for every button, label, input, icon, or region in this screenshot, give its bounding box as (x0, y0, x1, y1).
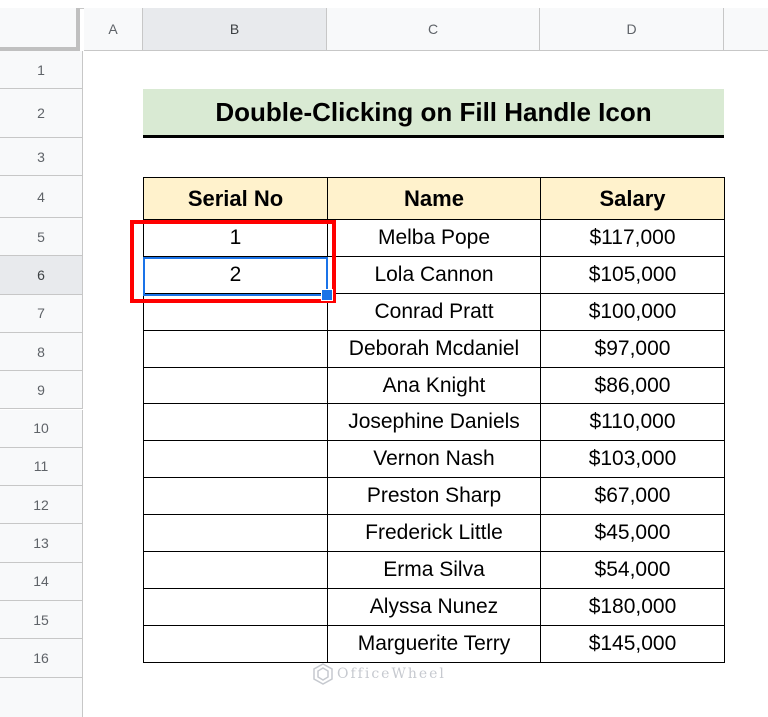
row-header-7[interactable]: 7 (0, 294, 83, 333)
serial-cell[interactable] (143, 477, 328, 516)
serial-cell[interactable] (143, 403, 328, 442)
salary-cell[interactable]: $67,000 (540, 477, 725, 516)
serial-cell[interactable] (143, 587, 328, 626)
salary-cell[interactable]: $145,000 (540, 624, 725, 663)
table-header-row: Serial No Name Salary (143, 177, 725, 220)
salary-cell[interactable]: $45,000 (540, 514, 725, 553)
salary-cell[interactable]: $97,000 (540, 329, 725, 368)
name-cell[interactable]: Ana Knight (327, 366, 541, 405)
name-cell[interactable]: Deborah Mcdaniel (327, 329, 541, 368)
row-header-8[interactable]: 8 (0, 332, 83, 372)
column-header-a[interactable]: A (84, 8, 143, 51)
table-row: Alyssa Nunez $180,000 (143, 587, 725, 626)
serial-cell[interactable] (143, 329, 328, 368)
row-header-12[interactable]: 12 (0, 486, 83, 525)
salary-cell[interactable]: $110,000 (540, 403, 725, 442)
salary-cell[interactable]: $105,000 (540, 255, 725, 294)
row-header-16[interactable]: 16 (0, 639, 83, 678)
name-cell[interactable]: Marguerite Terry (327, 624, 541, 663)
serial-cell[interactable] (143, 366, 328, 405)
column-header-b[interactable]: B (143, 8, 327, 51)
salary-cell[interactable]: $86,000 (540, 366, 725, 405)
row-header-10[interactable]: 10 (0, 409, 83, 448)
salary-cell[interactable]: $54,000 (540, 551, 725, 589)
table-row: Marguerite Terry $145,000 (143, 624, 725, 663)
salary-cell[interactable]: $103,000 (540, 440, 725, 479)
table-row: Erma Silva $54,000 (143, 551, 725, 589)
table-row: Josephine Daniels $110,000 (143, 403, 725, 442)
row-header-blank (0, 678, 83, 717)
name-cell[interactable]: Lola Cannon (327, 255, 541, 294)
watermark-text: OfficeWheel (337, 666, 446, 682)
row-header-1[interactable]: 1 (0, 51, 83, 89)
officewheel-logo-icon (313, 663, 333, 685)
row-header-3[interactable]: 3 (0, 138, 83, 176)
name-cell[interactable]: Erma Silva (327, 551, 541, 589)
row-header-11[interactable]: 11 (0, 447, 83, 487)
row-header-14[interactable]: 14 (0, 562, 83, 601)
serial-cell[interactable] (143, 624, 328, 663)
table-row: Frederick Little $45,000 (143, 514, 725, 553)
sheet-title[interactable]: Double-Clicking on Fill Handle Icon (143, 89, 724, 138)
fill-handle[interactable] (321, 289, 333, 301)
salary-cell[interactable]: $180,000 (540, 587, 725, 626)
watermark: OfficeWheel (313, 663, 446, 685)
row-header-15[interactable]: 15 (0, 601, 83, 640)
select-all-corner[interactable] (0, 8, 80, 51)
table-row: Ana Knight $86,000 (143, 366, 725, 405)
table-row: Deborah Mcdaniel $97,000 (143, 329, 725, 368)
name-cell[interactable]: Alyssa Nunez (327, 587, 541, 626)
column-header-c[interactable]: C (327, 8, 540, 51)
row-header-2[interactable]: 2 (0, 89, 83, 138)
column-header-d[interactable]: D (540, 8, 724, 51)
name-cell[interactable]: Josephine Daniels (327, 403, 541, 442)
salary-cell[interactable]: $117,000 (540, 219, 725, 257)
salary-cell[interactable]: $100,000 (540, 292, 725, 331)
header-salary[interactable]: Salary (540, 177, 725, 220)
row-header-4[interactable]: 4 (0, 176, 83, 218)
serial-cell[interactable] (143, 551, 328, 589)
name-cell[interactable]: Conrad Pratt (327, 292, 541, 331)
row-header-9[interactable]: 9 (0, 371, 83, 410)
table-row: Vernon Nash $103,000 (143, 440, 725, 479)
header-name[interactable]: Name (327, 177, 541, 220)
row-header-5[interactable]: 5 (0, 218, 83, 257)
row-header-13[interactable]: 13 (0, 524, 83, 563)
active-cell-selection (143, 257, 328, 296)
name-cell[interactable]: Melba Pope (327, 219, 541, 257)
name-cell[interactable]: Preston Sharp (327, 477, 541, 516)
row-header-6[interactable]: 6 (0, 256, 83, 295)
header-serial-no[interactable]: Serial No (143, 177, 328, 220)
serial-cell[interactable] (143, 514, 328, 553)
serial-cell[interactable] (143, 440, 328, 479)
name-cell[interactable]: Vernon Nash (327, 440, 541, 479)
table-row: Preston Sharp $67,000 (143, 477, 725, 516)
name-cell[interactable]: Frederick Little (327, 514, 541, 553)
column-header-e[interactable] (724, 8, 768, 51)
